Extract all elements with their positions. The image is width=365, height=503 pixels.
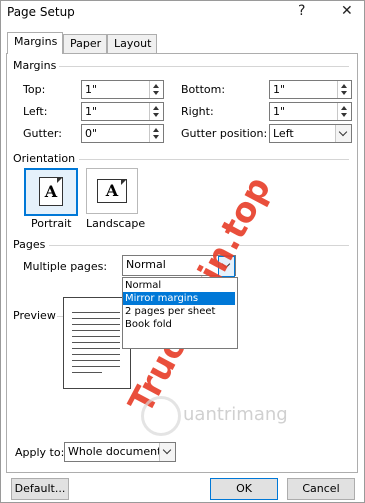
default-button[interactable]: Default... [11,478,69,500]
landscape-icon-letter: A [105,181,119,200]
option-book-fold[interactable]: Book fold [123,318,235,331]
left-margin-value[interactable]: 1" [85,105,97,118]
window-title: Page Setup [7,5,75,19]
option-mirror-margins[interactable]: Mirror margins [123,292,235,305]
preview-text-line [72,312,120,313]
gutter-value[interactable]: 0" [85,127,97,140]
spinner-arrows[interactable] [149,81,163,98]
page-fold-icon [57,177,63,183]
apply-to-value[interactable]: Whole document [68,445,161,458]
preview-text-line [72,372,102,373]
bottom-margin-spinner[interactable]: 1" [269,80,352,99]
gutter-position-value[interactable]: Left [273,127,294,140]
multiple-pages-listbox[interactable]: Normal Mirror margins 2 pages per sheet … [122,277,238,349]
tab-paper[interactable]: Paper [63,34,107,53]
margins-group-label: Margins [13,59,57,72]
left-margin-spinner[interactable]: 1" [81,102,164,121]
page-setup-dialog: Page Setup ? ✕ Margins Paper Layout Marg… [0,0,365,503]
portrait-label[interactable]: Portrait [31,217,71,230]
chevron-down-icon[interactable] [221,259,231,269]
option-2-pages-per-sheet[interactable]: 2 pages per sheet [123,305,235,318]
multiple-pages-label: Multiple pages: [23,260,108,273]
preview-text-line [72,360,120,361]
pages-group-label: Pages [13,238,46,251]
right-margin-value[interactable]: 1" [273,105,285,118]
orientation-group-label: Orientation [13,152,76,165]
preview-text-line [72,348,120,349]
multiple-pages-value[interactable]: Normal [126,258,166,271]
dropdown-button[interactable] [335,125,351,142]
gutter-label: Gutter: [23,127,62,140]
tab-layout[interactable]: Layout [107,34,157,53]
landscape-option[interactable]: A [86,168,138,214]
spin-down-icon[interactable] [153,135,159,139]
spin-down-icon[interactable] [341,113,347,117]
spinner-arrows[interactable] [337,103,351,120]
apply-to-select[interactable]: Whole document [64,442,176,462]
cancel-button[interactable]: Cancel [287,478,355,500]
preview-text-line [72,330,120,331]
spin-down-icon[interactable] [341,91,347,95]
gutter-spinner[interactable]: 0" [81,124,164,143]
landscape-label[interactable]: Landscape [86,217,145,230]
orientation-group-divider [79,159,349,160]
bottom-margin-label: Bottom: [181,83,226,96]
top-margin-spinner[interactable]: 1" [81,80,164,99]
margins-group-divider [59,66,349,67]
apply-to-label: Apply to: [15,446,65,459]
preview-text-line [72,336,120,337]
preview-text-line [72,342,120,343]
multiple-pages-select[interactable]: Normal [122,255,236,277]
landscape-page-icon[interactable]: A [97,179,127,203]
left-margin-label: Left: [23,105,48,118]
portrait-icon-letter: A [44,182,58,201]
tab-margins[interactable]: Margins [7,32,63,54]
top-margin-label: Top: [23,83,46,96]
spin-up-icon[interactable] [153,128,159,132]
title-bar: Page Setup ? ✕ [1,1,364,25]
portrait-option[interactable]: A [24,168,78,216]
dropdown-button[interactable] [218,256,235,277]
spin-down-icon[interactable] [153,91,159,95]
preview-text-line [72,324,120,325]
spin-up-icon[interactable] [153,106,159,110]
chevron-down-icon[interactable] [162,445,172,455]
gutter-position-label: Gutter position: [181,127,268,140]
spin-up-icon[interactable] [341,84,347,88]
close-button[interactable]: ✕ [341,3,353,19]
preview-text-line [72,366,120,367]
portrait-page-icon[interactable]: A [39,177,63,206]
dropdown-button[interactable] [159,443,175,461]
ok-button[interactable]: OK [210,478,278,500]
preview-page [63,297,131,389]
right-margin-label: Right: [181,105,214,118]
spin-down-icon[interactable] [153,113,159,117]
page-fold-icon [121,179,127,185]
chevron-down-icon[interactable] [338,127,348,137]
top-margin-value[interactable]: 1" [85,83,97,96]
spin-up-icon[interactable] [341,106,347,110]
spin-up-icon[interactable] [153,84,159,88]
preview-text-line [72,318,120,319]
preview-group-label: Preview [13,309,56,322]
spinner-arrows[interactable] [149,125,163,142]
pages-group-divider [49,245,349,246]
gutter-position-select[interactable]: Left [269,124,352,143]
bottom-margin-value[interactable]: 1" [273,83,285,96]
spinner-arrows[interactable] [337,81,351,98]
help-button[interactable]: ? [298,3,305,19]
margins-tab-panel: Margins Top: 1" Bottom: 1" Left: 1" Righ… [6,53,358,473]
right-margin-spinner[interactable]: 1" [269,102,352,121]
option-normal[interactable]: Normal [123,279,235,292]
preview-text-line [72,354,120,355]
spinner-arrows[interactable] [149,103,163,120]
